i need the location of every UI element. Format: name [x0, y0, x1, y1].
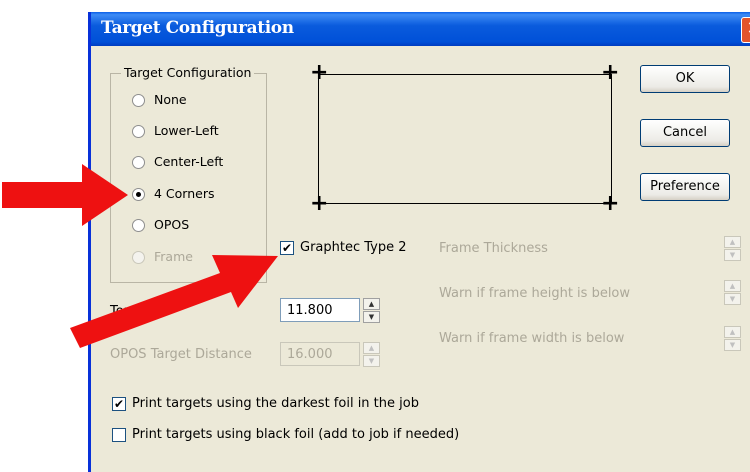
unchecked-box — [112, 428, 126, 442]
ok-button[interactable]: OK — [640, 65, 730, 93]
corner-mark-bottom-left: + — [310, 191, 329, 216]
spin-up-icon: ▲ — [724, 326, 741, 338]
spin-down-icon: ▼ — [363, 355, 380, 367]
frame-height-warn-label: Warn if frame height is below — [439, 286, 631, 301]
spin-up-icon: ▲ — [724, 280, 741, 292]
spin-down-icon[interactable]: ▼ — [363, 311, 380, 323]
radio-circle — [132, 125, 145, 138]
check-icon: ✔ — [112, 397, 126, 411]
opos-distance-spinner: ▲ ▼ — [363, 342, 380, 368]
spin-up-icon: ▲ — [363, 342, 380, 354]
spin-down-icon: ▼ — [724, 339, 741, 351]
radio-label: None — [154, 92, 187, 107]
group-label: Target Configuration — [121, 65, 255, 80]
cancel-button[interactable]: Cancel — [640, 119, 730, 147]
annotation-arrow-right-icon — [2, 164, 128, 226]
target-preview — [318, 74, 612, 204]
print-black-label: Print targets using black foil (add to j… — [132, 427, 460, 442]
print-darkest-label: Print targets using the darkest foil in … — [132, 396, 419, 411]
window-title: Target Configuration — [101, 18, 294, 38]
radio-label: Lower-Left — [154, 123, 219, 138]
title-bar[interactable]: Target Configuration ✕ — [91, 12, 750, 46]
frame-width-warn-label: Warn if frame width is below — [439, 331, 625, 346]
radio-circle — [132, 94, 145, 107]
frame-width-spinner: ▲ ▼ — [724, 326, 741, 352]
corner-mark-top-right: + — [601, 60, 620, 85]
spin-up-icon[interactable]: ▲ — [363, 298, 380, 310]
spin-up-icon: ▲ — [724, 236, 741, 248]
close-icon: ✕ — [746, 18, 750, 39]
opos-distance-input: 16.000 — [280, 342, 360, 366]
corner-mark-bottom-right: + — [601, 191, 620, 216]
spin-down-icon: ▼ — [724, 293, 741, 305]
top-limit-input[interactable]: 11.800 — [280, 298, 360, 322]
close-button[interactable]: ✕ — [741, 17, 750, 43]
corner-mark-top-left: + — [310, 60, 329, 85]
frame-thickness-label: Frame Thickness — [439, 241, 548, 256]
radio-label: Center-Left — [154, 154, 224, 169]
preference-button[interactable]: Preference — [640, 173, 730, 201]
spin-down-icon: ▼ — [724, 249, 741, 261]
frame-thickness-spinner: ▲ ▼ — [724, 236, 741, 262]
radio-label: OPOS — [154, 217, 190, 232]
frame-height-spinner: ▲ ▼ — [724, 280, 741, 306]
graphtec-label: Graphtec Type 2 — [300, 240, 407, 255]
top-limit-spinner[interactable]: ▲ ▼ — [363, 298, 380, 324]
radio-label: 4 Corners — [154, 186, 215, 201]
annotation-arrow-diagonal-icon — [70, 255, 278, 348]
